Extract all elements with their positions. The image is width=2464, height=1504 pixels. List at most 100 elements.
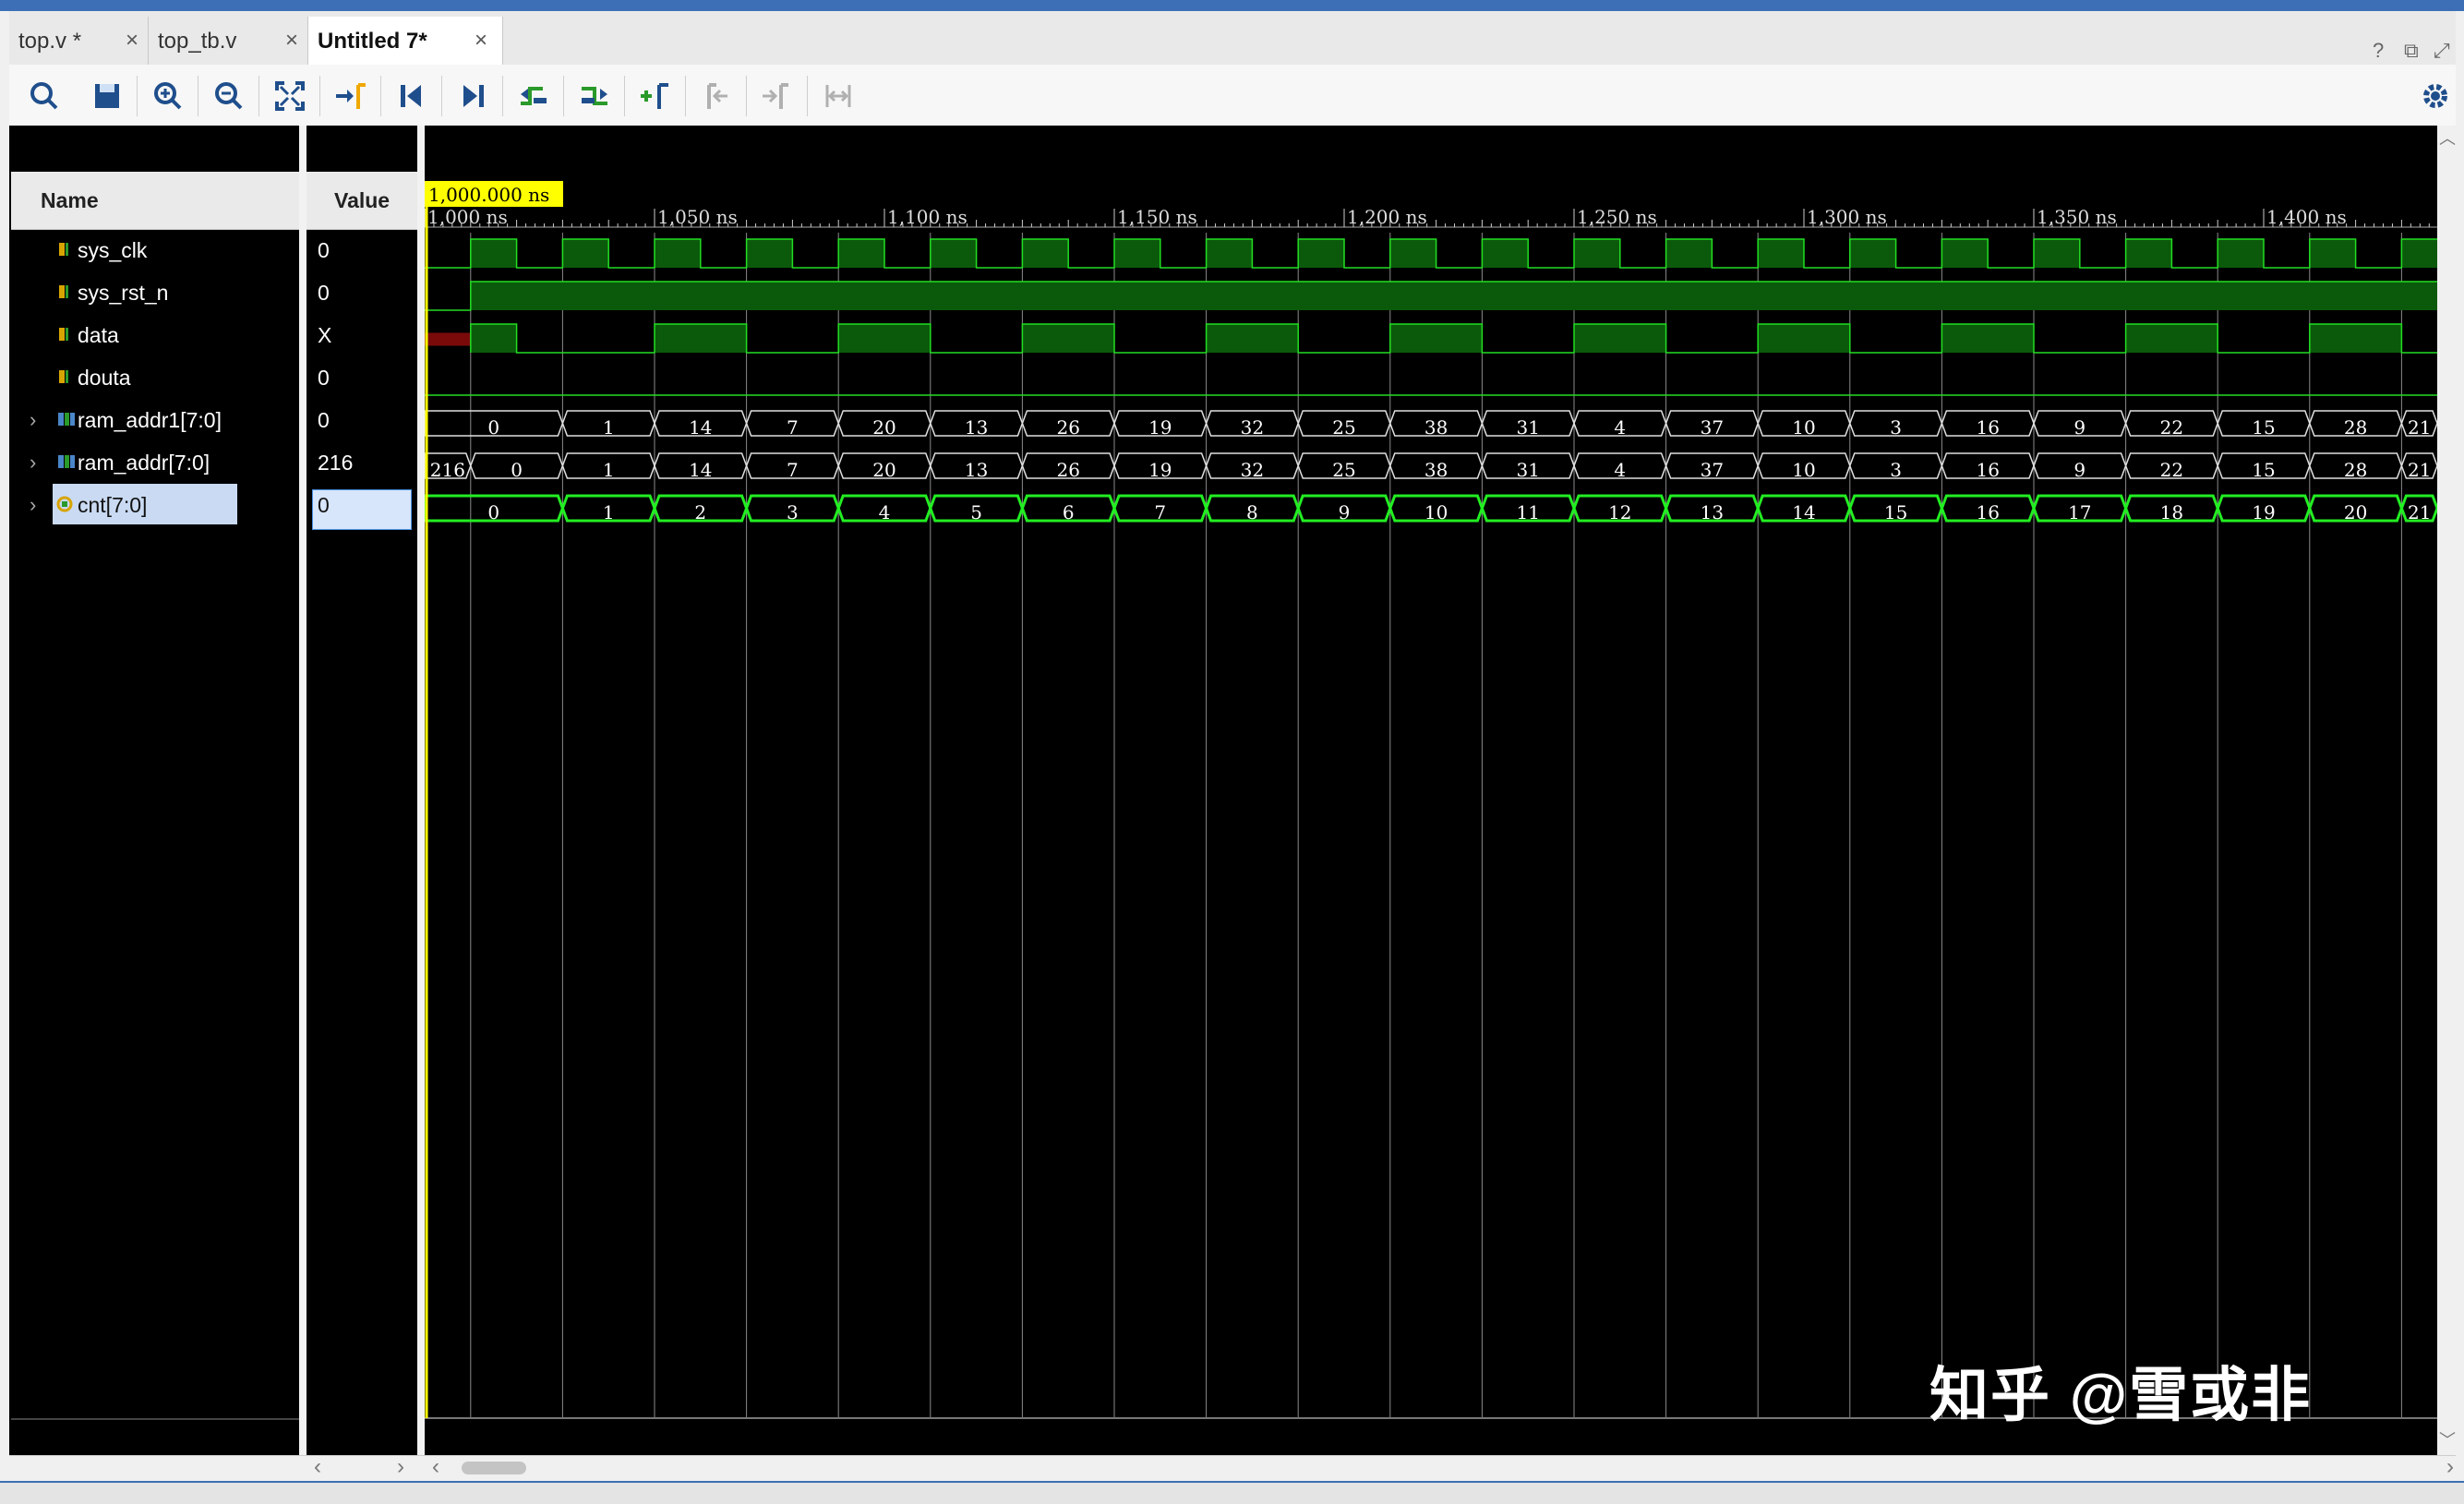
scroll-left-icon[interactable]: ‹ [432, 1454, 439, 1480]
signal-value: 0 [318, 281, 330, 305]
tab-bar: top.v * × top_tb.v × Untitled 7* × ? ⧉ ⤢ [9, 11, 2456, 66]
cursor-time-label: 1,000.000 ns [428, 184, 549, 206]
vertical-scrollbar[interactable]: ︿ ﹀ [2437, 126, 2456, 1455]
ram-addr-value-label: 15 [2252, 459, 2275, 481]
ram-addr-value-label: 31 [1516, 459, 1539, 481]
chevron-right-icon[interactable]: › [30, 451, 36, 475]
scroll-up-icon[interactable]: ︿ [2439, 126, 2456, 150]
tab-label: top.v * [18, 29, 82, 54]
clock-high-pulse [838, 239, 884, 268]
go-to-cursor-icon[interactable] [332, 78, 369, 114]
signal-row-douta[interactable]: douta [11, 356, 299, 399]
toolbar-separator [624, 76, 625, 116]
signal-row-data[interactable]: data [11, 314, 299, 356]
signal-row-ram-addr[interactable]: › ram_addr[7:0] [11, 441, 299, 484]
signal-row-cnt[interactable]: › cnt[7:0] [11, 484, 299, 526]
close-icon[interactable]: × [126, 28, 138, 54]
waveform-canvas[interactable]: 1,000 ns 1,050 ns 1,100 ns 1,150 ns 1,200 ns… [425, 126, 2437, 1455]
scrollbar-thumb[interactable] [462, 1462, 526, 1474]
previous-transition-icon[interactable] [515, 78, 552, 114]
go-to-last-time-icon[interactable] [454, 78, 491, 114]
ram-addr1-value-label: 9 [2073, 416, 2085, 439]
ram-addr1-value-label: 25 [1332, 416, 1355, 439]
cnt-value-label: 6 [1063, 501, 1075, 523]
ram-addr1-value-label: 19 [1148, 416, 1172, 439]
zoom-fit-icon[interactable] [271, 78, 308, 114]
cnt-value-label: 17 [2068, 501, 2091, 523]
signal-row-sys-rst-n[interactable]: sys_rst_n [11, 271, 299, 314]
ram-addr1-value-label: 3 [1890, 416, 1902, 439]
swap-cursors-icon[interactable] [820, 78, 857, 114]
save-icon[interactable] [89, 78, 126, 114]
name-header-label: Name [41, 188, 99, 212]
ram-addr-value-label: 13 [965, 459, 988, 481]
cnt-value-label: 19 [2252, 501, 2275, 523]
watermark: 知乎 @雪或非 [1929, 1362, 2313, 1428]
close-icon[interactable]: × [285, 28, 298, 54]
toolbar-separator [137, 76, 138, 116]
signal-name: douta [78, 366, 131, 390]
toolbar-separator [807, 76, 808, 116]
scroll-left-icon[interactable]: ‹ [314, 1454, 321, 1480]
close-icon[interactable]: × [475, 28, 487, 54]
chevron-right-icon[interactable]: › [30, 493, 36, 517]
go-to-time-zero-icon[interactable] [393, 78, 430, 114]
restore-icon[interactable]: ⧉ [2404, 39, 2419, 63]
value-column-header[interactable]: Value [306, 172, 417, 230]
chevron-right-icon[interactable]: › [30, 408, 36, 432]
zoom-in-icon[interactable] [150, 78, 186, 114]
signal-value: X [318, 323, 332, 347]
scroll-right-icon[interactable]: › [2446, 1454, 2454, 1480]
next-transition-icon[interactable] [576, 78, 613, 114]
scroll-right-icon[interactable]: › [397, 1454, 404, 1480]
previous-marker-icon[interactable] [698, 78, 735, 114]
help-icon[interactable]: ? [2373, 39, 2384, 63]
tab-untitled-7[interactable]: Untitled 7* × [308, 17, 503, 65]
data-unknown-region [425, 332, 471, 346]
cnt-value-label: 1 [603, 501, 615, 523]
tab-top-tb-v[interactable]: top_tb.v × [149, 17, 308, 65]
cnt-value-label: 18 [2160, 501, 2183, 523]
add-marker-icon[interactable] [637, 78, 674, 114]
search-icon[interactable] [26, 78, 63, 114]
cnt-value-label: 4 [879, 501, 891, 523]
data-high-region [2125, 324, 2218, 353]
ruler-tick-label: 1,050 ns [657, 206, 738, 228]
name-column-header[interactable]: Name [11, 172, 299, 230]
reset-high-region [470, 282, 2437, 310]
column-splitter[interactable] [417, 126, 425, 1481]
gear-icon[interactable] [2417, 78, 2454, 114]
signal-row-ram-addr1[interactable]: › ram_addr1[7:0] [11, 399, 299, 441]
signal-value-panel: Value 0 0 X 0 0 216 0 [306, 126, 417, 1481]
zoom-out-icon[interactable] [210, 78, 247, 114]
ram-addr-value-label: 16 [1976, 459, 1999, 481]
maximize-icon[interactable]: ⤢ [2434, 39, 2450, 63]
signal-row-sys-clk[interactable]: sys_clk [11, 229, 299, 271]
signal-name: ram_addr1[7:0] [78, 408, 222, 432]
cnt-value-label: 13 [1701, 501, 1724, 523]
signal-name: sys_clk [78, 238, 148, 262]
cnt-value-label: 3 [787, 501, 799, 523]
tab-top-v[interactable]: top.v * × [9, 17, 149, 65]
clock-high-pulse [1298, 239, 1344, 268]
clock-high-pulse [930, 239, 977, 268]
ram-addr-value-label: 3 [1890, 459, 1902, 481]
column-splitter[interactable] [299, 126, 306, 1481]
ram-addr1-value-label: 21 [2408, 416, 2431, 439]
ram-addr1-value-label: 15 [2252, 416, 2275, 439]
next-marker-icon[interactable] [759, 78, 796, 114]
clock-high-pulse [2125, 239, 2172, 268]
ram-addr-value-label: 19 [1148, 459, 1172, 481]
counter-signal-icon [56, 496, 73, 512]
ruler-tick-label: 1,100 ns [887, 206, 968, 228]
signal-value: 0 [318, 366, 330, 390]
scroll-down-icon[interactable]: ﹀ [2439, 1427, 2456, 1451]
cnt-value-label: 0 [487, 501, 499, 523]
ram-addr1-value-label: 37 [1701, 416, 1724, 439]
tab-label: Untitled 7* [318, 29, 427, 54]
ram-addr-value-label: 7 [787, 459, 799, 481]
data-high-region [2309, 324, 2402, 353]
cnt-value-label: 14 [1792, 501, 1815, 523]
ruler-tick-label: 1,250 ns [1577, 206, 1657, 228]
signal-name-panel: Name sys_clk sys_rst_n data douta › ram_… [11, 126, 299, 1481]
